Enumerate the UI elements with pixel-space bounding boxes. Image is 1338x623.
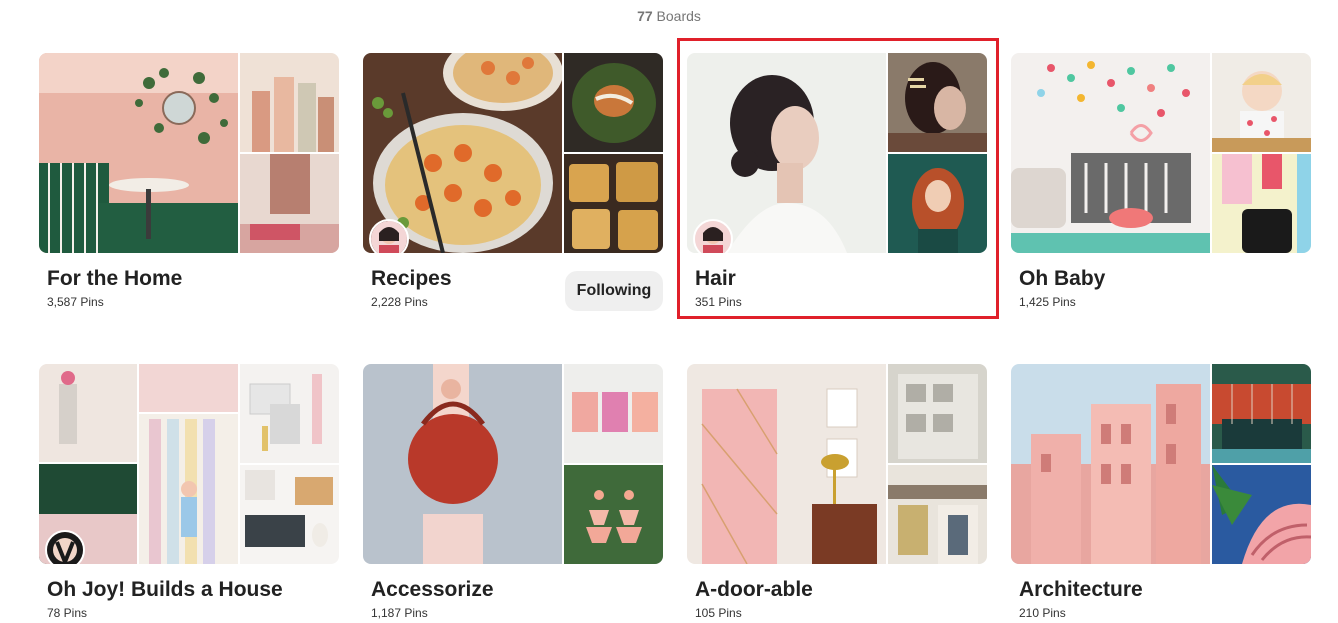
board-pin-count: 351 Pins — [695, 295, 742, 309]
cover-image-red-bag — [363, 364, 562, 564]
board-title[interactable]: Oh Baby — [1019, 267, 1105, 291]
cover-image-toddler — [1212, 53, 1311, 152]
cover-image-glass-pavilion — [1212, 364, 1311, 463]
board-cover[interactable] — [687, 364, 987, 564]
cover-image-pink-cafe — [39, 53, 238, 253]
avatar-icon — [47, 532, 83, 564]
cover-image-storefront — [888, 465, 987, 564]
board-accessorize[interactable]: Accessorize 1,187 Pins — [363, 364, 663, 623]
board-title[interactable]: Hair — [695, 267, 736, 291]
board-title[interactable]: A-door-able — [695, 578, 813, 602]
cover-image-earrings — [564, 465, 663, 564]
board-a-door-able[interactable]: A-door-able 105 Pins — [687, 364, 987, 623]
cover-image-pink-art — [564, 364, 663, 463]
board-title[interactable]: For the Home — [47, 267, 182, 291]
cover-image-pastries — [564, 154, 663, 253]
board-pin-count: 3,587 Pins — [47, 295, 104, 309]
board-for-the-home[interactable]: For the Home 3,587 Pins — [39, 53, 339, 313]
avatar-icon — [371, 221, 407, 253]
board-title[interactable]: Recipes — [371, 267, 452, 291]
board-cover[interactable] — [1011, 53, 1311, 253]
board-pin-count: 1,425 Pins — [1019, 295, 1076, 309]
cover-image-pink-buildings — [1011, 364, 1210, 564]
board-title[interactable]: Oh Joy! Builds a House — [47, 578, 283, 602]
board-oh-baby[interactable]: Oh Baby 1,425 Pins — [1011, 53, 1311, 313]
cover-image-nursery — [1011, 53, 1210, 253]
board-title[interactable]: Architecture — [1019, 578, 1143, 602]
board-cover[interactable] — [39, 364, 339, 564]
cover-image-hair-clips — [888, 53, 987, 152]
board-cover[interactable] — [363, 53, 663, 253]
boards-count: 77 Boards — [0, 8, 1338, 24]
board-pin-count: 2,228 Pins — [371, 295, 428, 309]
following-button[interactable]: Following — [565, 271, 663, 311]
board-pin-count: 105 Pins — [695, 606, 742, 620]
board-cover[interactable] — [687, 53, 987, 253]
cover-image-building — [888, 364, 987, 463]
board-cover[interactable] — [1011, 364, 1311, 564]
cover-image-furniture — [240, 465, 339, 564]
board-cover[interactable] — [39, 53, 339, 253]
cover-image-pastel-cylinders — [240, 53, 339, 152]
owner-avatar[interactable] — [45, 530, 85, 564]
boards-count-label: Boards — [656, 8, 701, 24]
collaborator-avatar[interactable] — [693, 219, 733, 253]
board-cover[interactable] — [363, 364, 663, 564]
cover-image-salad — [564, 53, 663, 152]
cover-image-pink-room — [240, 154, 339, 253]
board-pin-count: 1,187 Pins — [371, 606, 428, 620]
board-architecture[interactable]: Architecture 210 Pins — [1011, 364, 1311, 623]
board-recipes[interactable]: Recipes 2,228 Pins Following — [363, 53, 663, 313]
boards-count-number: 77 — [637, 8, 653, 24]
cover-image-palm-building — [1212, 465, 1311, 564]
collaborator-avatar[interactable] — [369, 219, 409, 253]
cover-image-fixtures — [240, 364, 339, 463]
cover-image-backpack — [1212, 154, 1311, 253]
board-pin-count: 210 Pins — [1019, 606, 1066, 620]
board-title[interactable]: Accessorize — [371, 578, 494, 602]
avatar-icon — [695, 221, 731, 253]
board-oh-joy-builds-a-house[interactable]: Oh Joy! Builds a House 78 Pins — [39, 364, 339, 623]
board-pin-count: 78 Pins — [47, 606, 88, 620]
cover-image-pink-door — [687, 364, 886, 564]
cover-image-red-hair — [888, 154, 987, 253]
board-hair[interactable]: Hair 351 Pins — [687, 53, 987, 313]
